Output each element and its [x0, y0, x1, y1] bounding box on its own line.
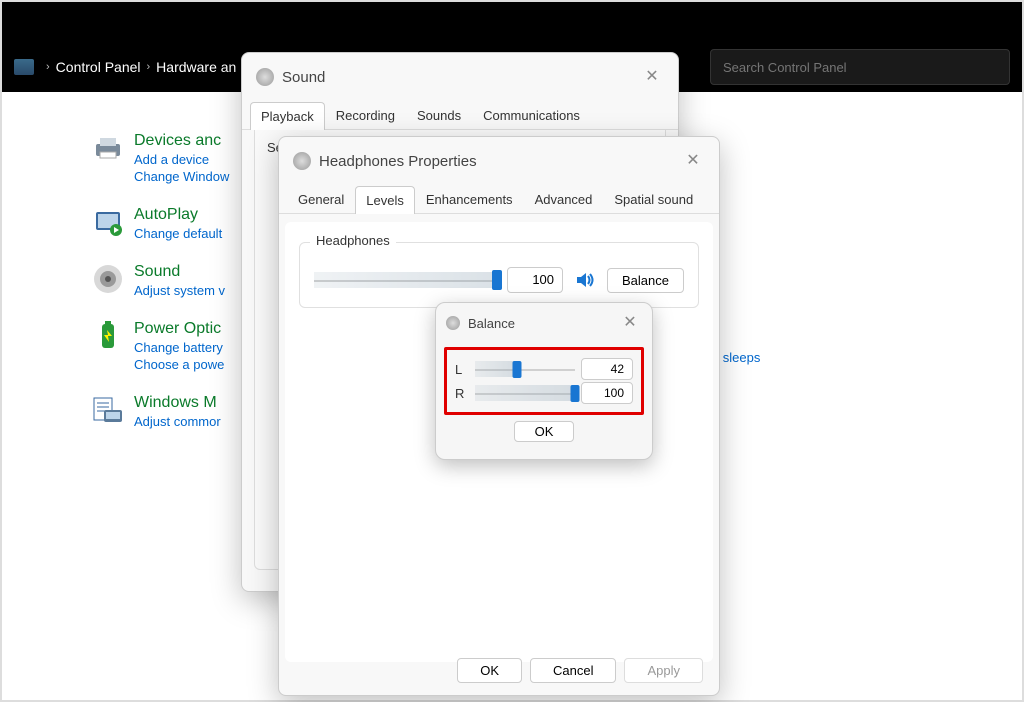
tab-levels[interactable]: Levels	[355, 186, 415, 214]
left-balance-value[interactable]: 42	[581, 358, 633, 380]
dialog-titlebar[interactable]: Headphones Properties ✕	[279, 137, 719, 185]
balance-dialog: Balance ✕ L 42 R 100 OK	[435, 302, 653, 460]
chevron-right-icon: ›	[147, 61, 151, 73]
speaker-volume-icon[interactable]	[573, 268, 597, 292]
ok-button[interactable]: OK	[457, 658, 522, 683]
dialog-title: Sound	[282, 69, 325, 86]
cp-link[interactable]: Adjust commor	[134, 414, 221, 429]
cp-link[interactable]: Change default	[134, 226, 222, 241]
headphones-level-slider[interactable]	[314, 269, 497, 291]
group-label: Headphones	[310, 233, 396, 248]
balance-highlight-box: L 42 R 100	[444, 347, 644, 415]
cp-link[interactable]: Adjust system v	[134, 283, 225, 298]
tab-general[interactable]: General	[287, 185, 355, 213]
balance-button[interactable]: Balance	[607, 268, 684, 293]
tab-communications[interactable]: Communications	[472, 101, 591, 129]
cp-link[interactable]: Change Window	[134, 169, 229, 184]
cp-title[interactable]: Sound	[134, 263, 225, 281]
headphones-level-group: Headphones 100 Balance	[299, 242, 699, 308]
cp-title[interactable]: Devices anc	[134, 132, 229, 150]
breadcrumb-item[interactable]: Control Panel	[56, 59, 141, 75]
tab-enhancements[interactable]: Enhancements	[415, 185, 524, 213]
tab-spatial-sound[interactable]: Spatial sound	[603, 185, 704, 213]
cp-link[interactable]: Add a device	[134, 152, 229, 167]
hp-tabs: General Levels Enhancements Advanced Spa…	[279, 185, 719, 214]
left-balance-slider[interactable]	[475, 360, 575, 378]
mobility-icon	[92, 394, 124, 426]
sound-icon	[256, 68, 274, 86]
right-balance-slider[interactable]	[475, 384, 575, 402]
balance-footer: OK	[436, 421, 652, 442]
dialog-footer: OK Cancel Apply	[457, 658, 703, 683]
printer-icon	[92, 132, 124, 164]
sound-tabs: Playback Recording Sounds Communications	[242, 101, 678, 130]
dialog-title: Headphones Properties	[319, 153, 477, 170]
headphones-level-value[interactable]: 100	[507, 267, 563, 293]
tab-advanced[interactable]: Advanced	[524, 185, 604, 213]
close-icon[interactable]: ✕	[681, 149, 705, 173]
left-channel-label: L	[455, 362, 469, 377]
cp-link[interactable]: Choose a powe	[134, 357, 224, 372]
ok-button[interactable]: OK	[514, 421, 575, 442]
tab-playback[interactable]: Playback	[250, 102, 325, 130]
cp-title[interactable]: AutoPlay	[134, 206, 222, 224]
speaker-round-icon	[92, 263, 124, 295]
breadcrumb-item[interactable]: Hardware an	[156, 59, 236, 75]
tab-recording[interactable]: Recording	[325, 101, 406, 129]
headphones-icon	[293, 152, 311, 170]
apply-button[interactable]: Apply	[624, 658, 703, 683]
close-icon[interactable]: ✕	[618, 311, 642, 335]
cp-title[interactable]: Windows M	[134, 394, 221, 412]
power-battery-icon	[92, 320, 124, 352]
cp-link[interactable]: Change battery	[134, 340, 224, 355]
right-balance-value[interactable]: 100	[581, 382, 633, 404]
autoplay-icon	[92, 206, 124, 238]
window-titlebar	[2, 2, 1022, 42]
right-channel-label: R	[455, 386, 469, 401]
search-input[interactable]	[710, 49, 1010, 85]
cp-title[interactable]: Power Optic	[134, 320, 224, 338]
dialog-title: Balance	[468, 316, 515, 331]
tab-sounds[interactable]: Sounds	[406, 101, 472, 129]
dialog-titlebar[interactable]: Balance ✕	[436, 303, 652, 343]
close-icon[interactable]: ✕	[640, 65, 664, 89]
control-panel-icon	[14, 59, 34, 75]
balance-left-row: L 42	[455, 358, 633, 380]
balance-right-row: R 100	[455, 382, 633, 404]
chevron-right-icon: ›	[46, 61, 50, 73]
balance-icon	[446, 316, 460, 330]
dialog-titlebar[interactable]: Sound ✕	[242, 53, 678, 101]
cancel-button[interactable]: Cancel	[530, 658, 616, 683]
